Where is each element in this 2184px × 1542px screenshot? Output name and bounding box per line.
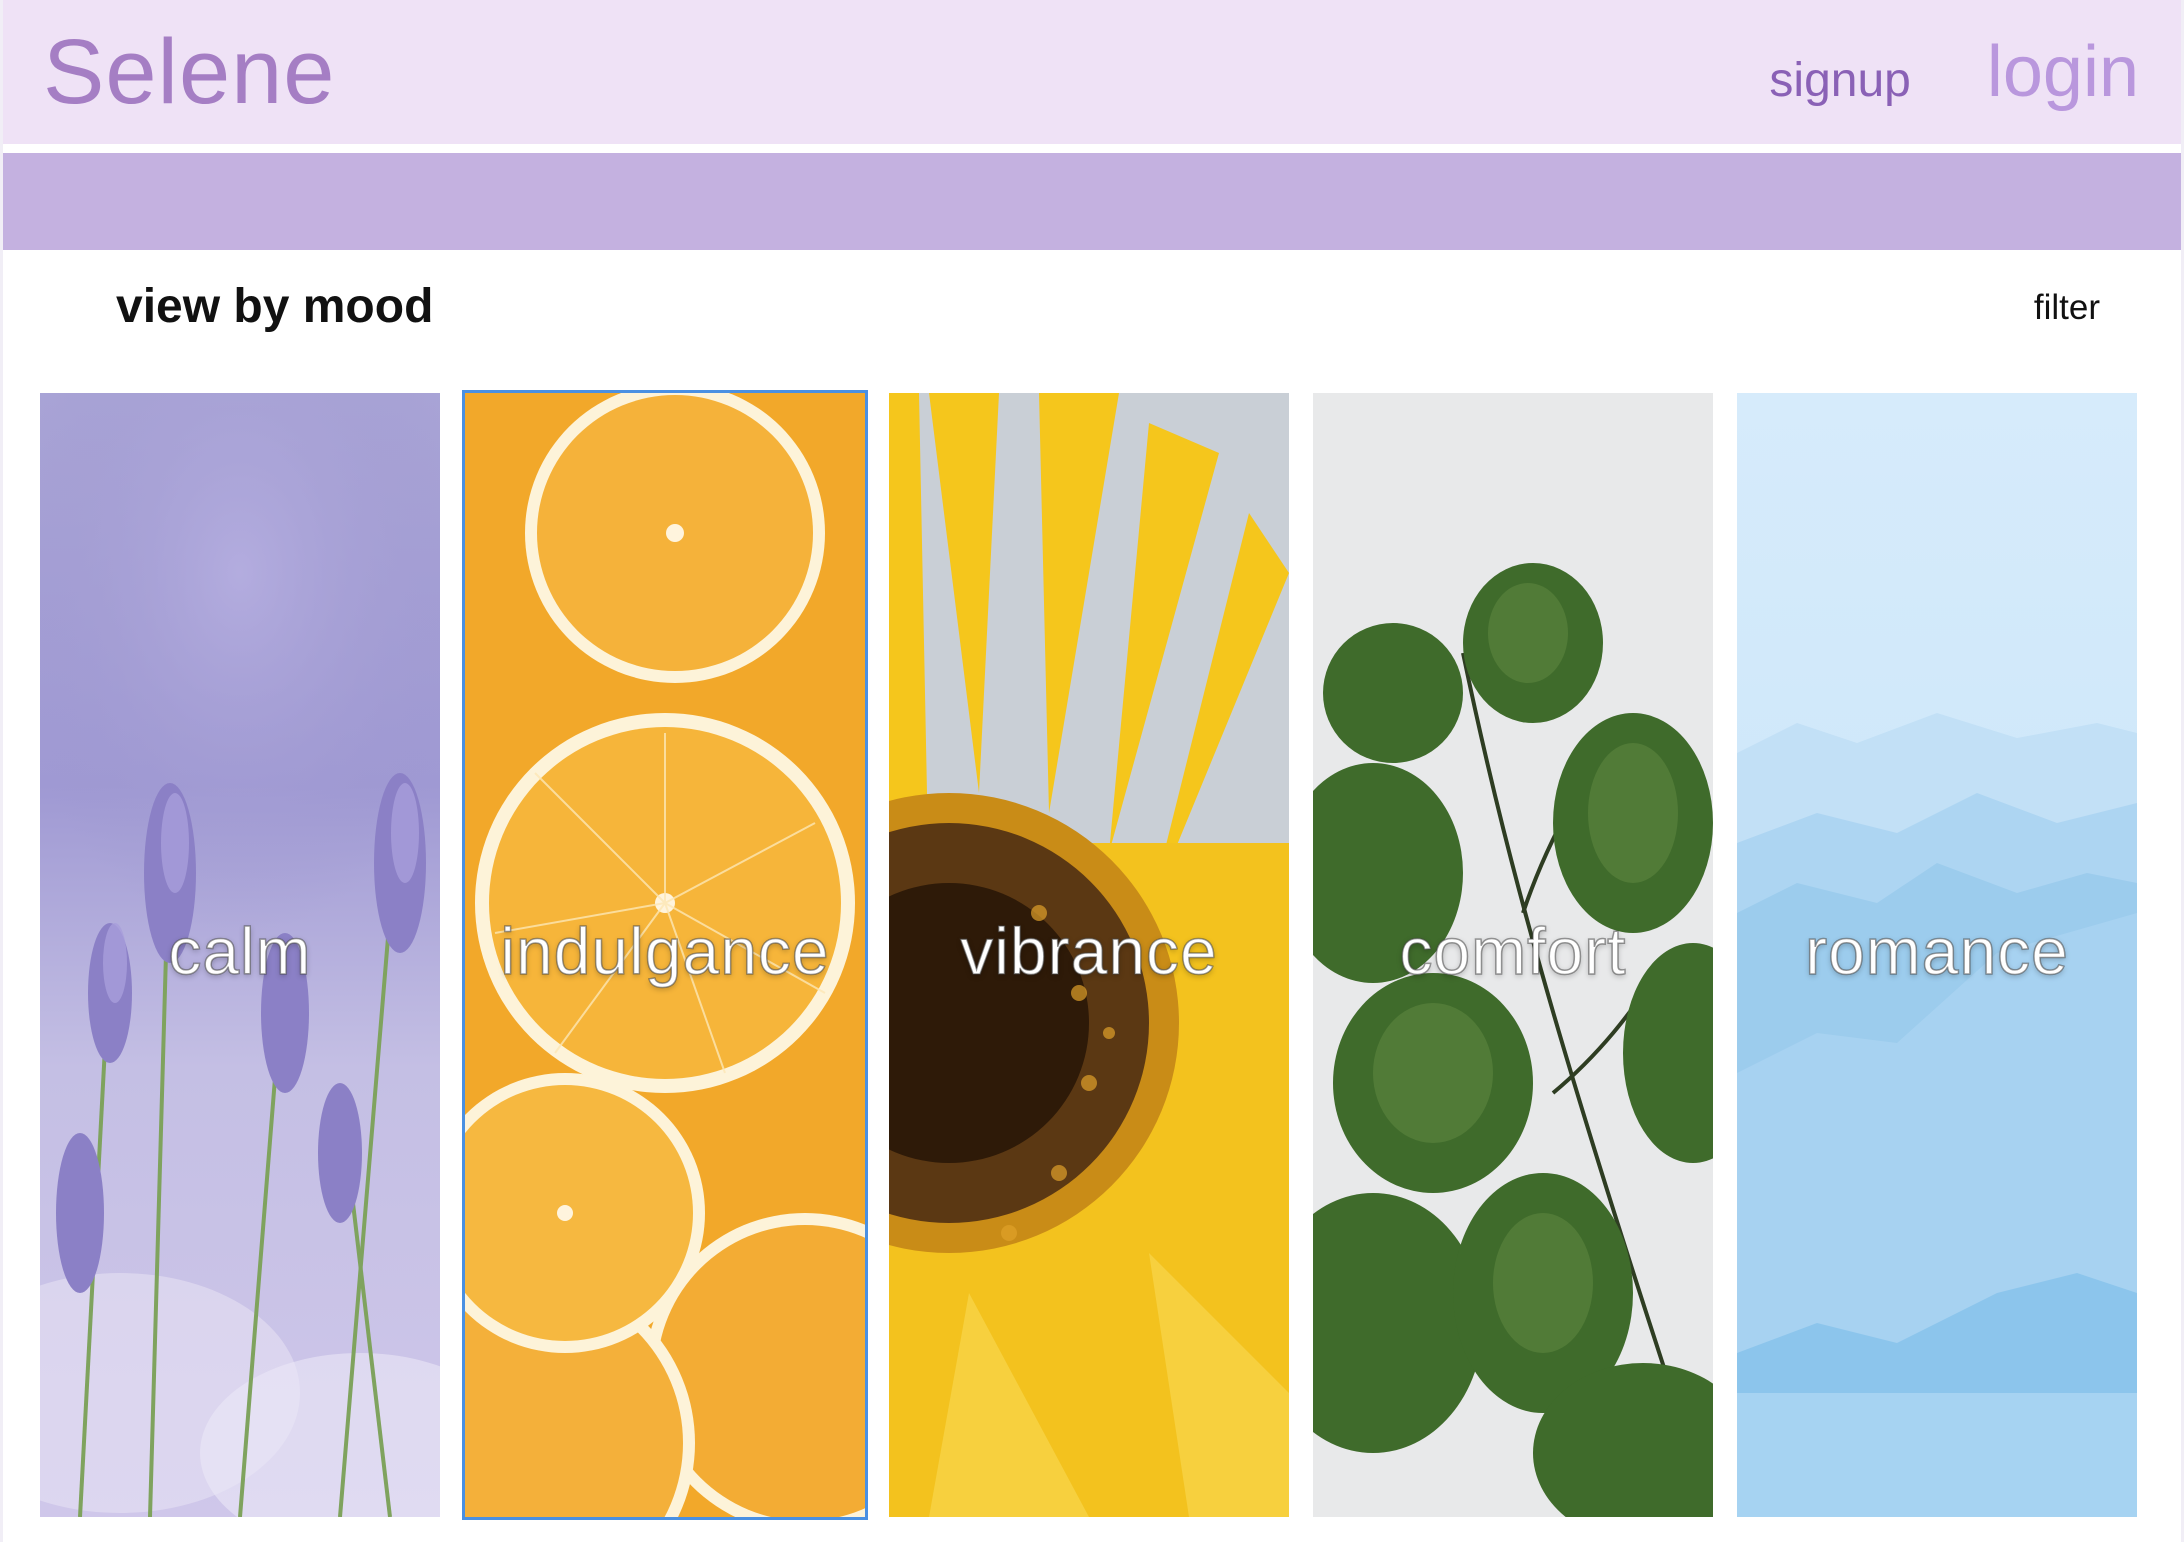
mood-card-vibrance[interactable]: vibrance: [889, 393, 1289, 1517]
brand-logo[interactable]: Selene: [43, 26, 335, 118]
mood-label-calm: calm: [168, 913, 312, 989]
section-title: view by mood: [116, 280, 434, 333]
top-nav: signup login: [1769, 31, 2139, 113]
login-link[interactable]: login: [1987, 31, 2139, 113]
signup-link[interactable]: signup: [1769, 53, 1910, 108]
mood-card-indulgance[interactable]: indulgance: [462, 390, 868, 1520]
filter-button[interactable]: filter: [2034, 288, 2100, 328]
site-header: Selene signup login: [3, 0, 2181, 144]
mood-card-comfort[interactable]: comfort: [1313, 393, 1713, 1517]
mood-label-indulgance: indulgance: [500, 913, 830, 989]
mood-label-vibrance: vibrance: [960, 913, 1218, 989]
banner-band: [3, 153, 2181, 250]
mood-label-comfort: comfort: [1399, 913, 1627, 989]
mood-card-romance[interactable]: romance: [1737, 393, 2137, 1517]
mood-label-romance: romance: [1804, 913, 2069, 989]
mood-card-calm[interactable]: calm: [40, 393, 440, 1517]
page: Selene signup login view by mood filter: [0, 0, 2184, 1542]
mood-cards: calm indulgance vibrance comfort romance: [40, 390, 2140, 1520]
